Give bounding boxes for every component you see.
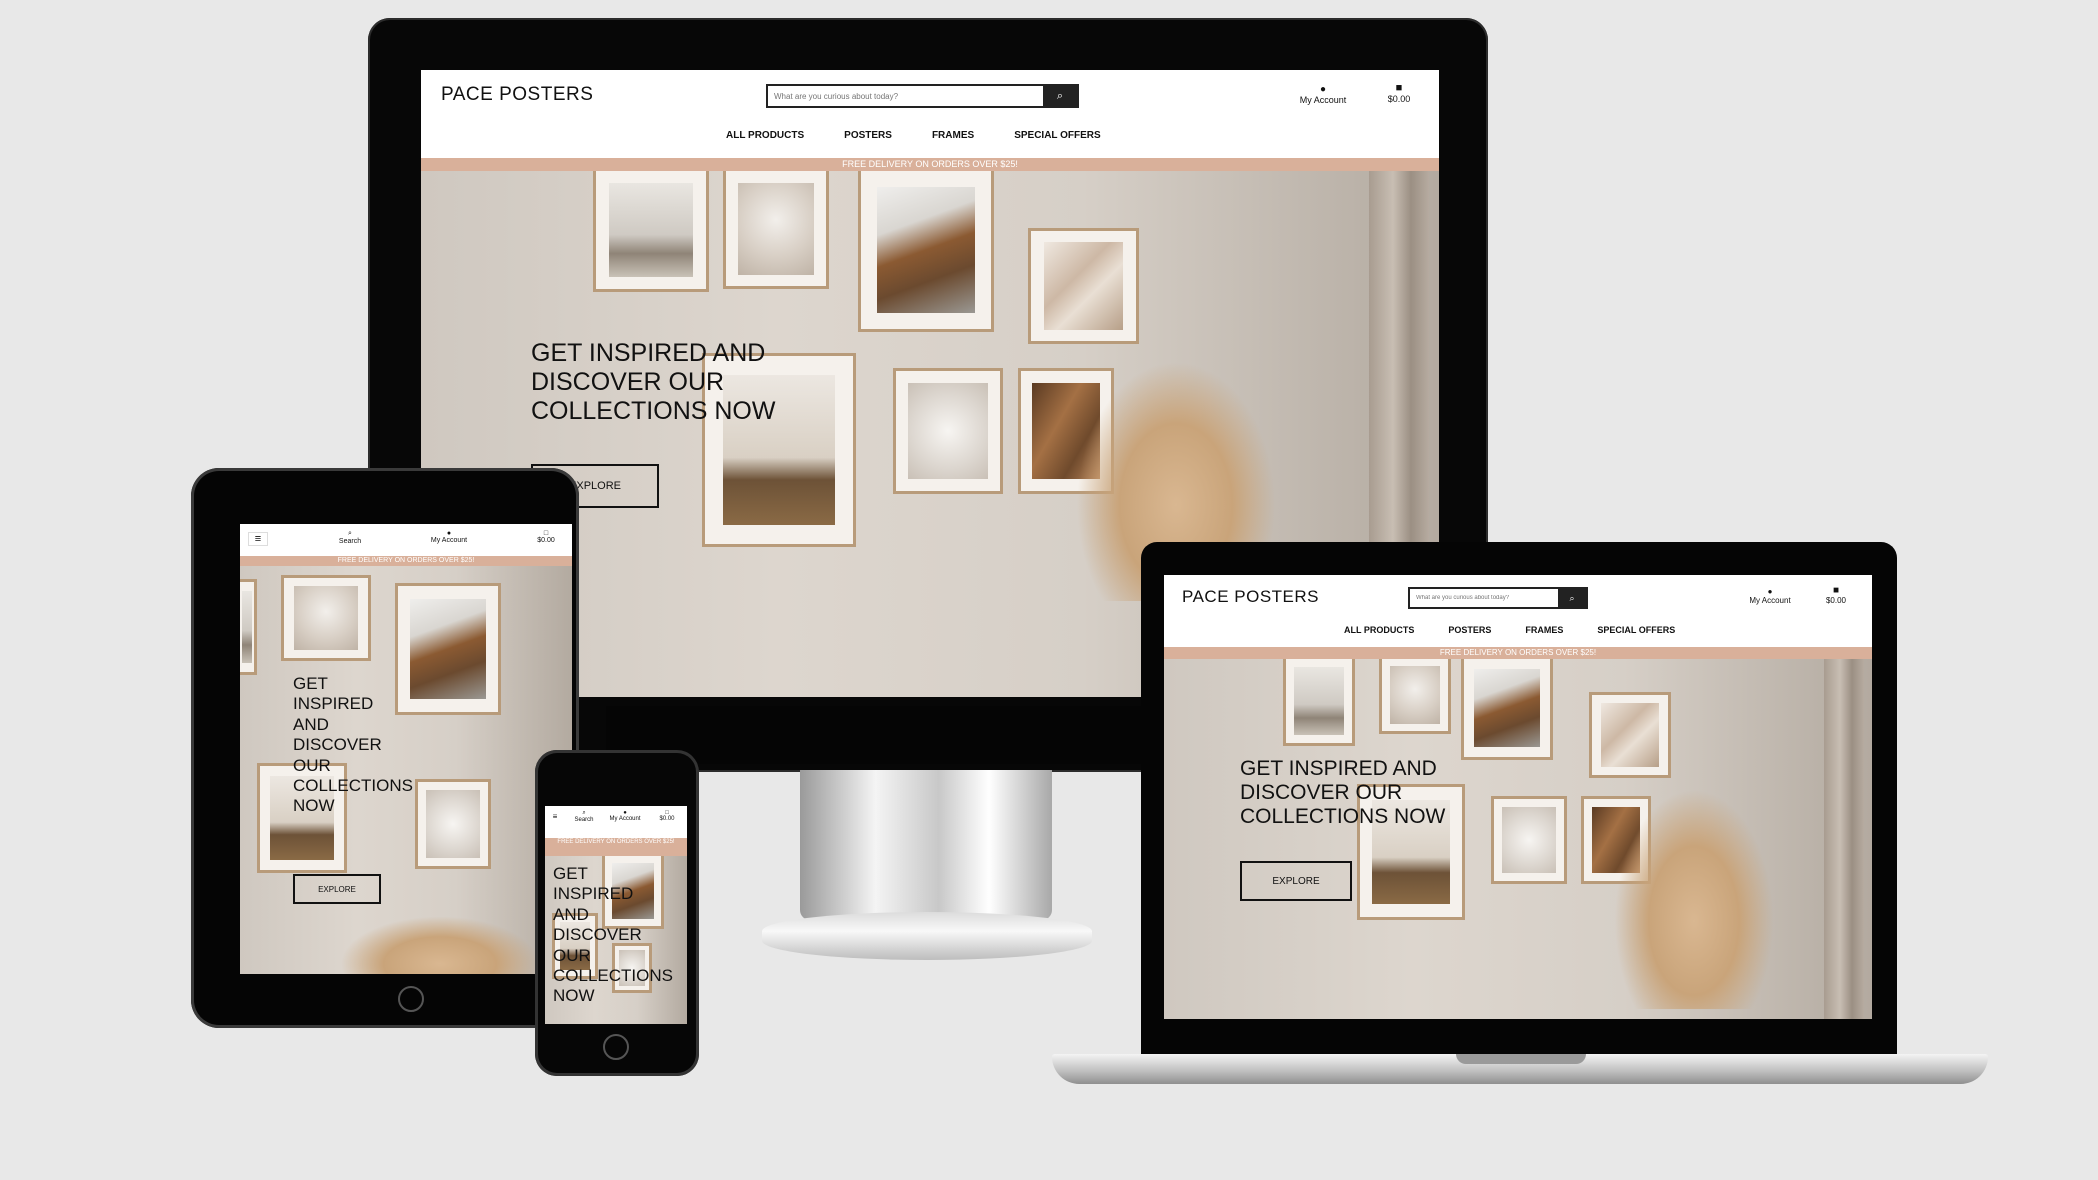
site-header: ≡ ⌕ Search ● My Account □ $0.00 <box>240 524 572 556</box>
cart-link[interactable]: □ $0.00 <box>653 810 681 822</box>
search-bar: ⌕ <box>1408 587 1588 609</box>
nav-posters[interactable]: POSTERS <box>1448 625 1491 635</box>
explore-button[interactable]: EXPLORE <box>293 874 381 904</box>
magnifier-icon: ⌕ <box>582 810 586 816</box>
cliff-frame <box>1464 659 1550 757</box>
cart-total: $0.00 <box>1387 94 1411 104</box>
account-label: My Account <box>609 816 641 822</box>
nav-frames[interactable]: FRAMES <box>1525 625 1563 635</box>
search-input[interactable] <box>768 86 1043 106</box>
account-link[interactable]: ● My Account <box>605 810 645 822</box>
search-toggle[interactable]: ⌕ Search <box>330 530 370 545</box>
hero-section: GET INSPIRED AND DISCOVER OUR COLLECTION… <box>1164 659 1872 1019</box>
search-button[interactable]: ⌕ <box>1558 589 1586 607</box>
nav-special-offers[interactable]: SPECIAL OFFERS <box>1014 130 1101 141</box>
hero-heading: GET INSPIRED AND DISCOVER OUR COLLECTION… <box>1240 757 1446 829</box>
nav-all-products[interactable]: ALL PRODUCTS <box>1344 625 1414 635</box>
hero-heading: GET INSPIRED AND DISCOVER OUR COLLECTION… <box>293 674 413 816</box>
cliff-frame <box>398 586 498 712</box>
account-label: My Account <box>430 537 468 544</box>
person-icon: ● <box>1319 84 1327 95</box>
account-link[interactable]: ● My Account <box>424 530 474 544</box>
delivery-banner: FREE DELIVERY ON ORDERS OVER $25! <box>240 556 572 566</box>
main-nav: ALL PRODUCTS POSTERS FRAMES SPECIAL OFFE… <box>1344 625 1675 635</box>
nav-posters[interactable]: POSTERS <box>844 130 892 141</box>
search-bar: ⌕ <box>766 84 1079 108</box>
delivery-banner: FREE DELIVERY ON ORDERS OVER $25! <box>421 158 1439 171</box>
delivery-banner: FREE DELIVERY ON ORDERS OVER $25! <box>1164 647 1872 659</box>
palm-frame <box>1286 659 1352 743</box>
tablet-site-screen: ≡ ⌕ Search ● My Account □ $0.00 FREE DEL… <box>240 524 572 974</box>
sand-frame <box>1592 695 1668 775</box>
shopping-bag-icon: □ <box>543 530 549 537</box>
person-icon: ● <box>446 530 452 537</box>
nav-frames[interactable]: FRAMES <box>932 130 974 141</box>
account-label: My Account <box>1299 95 1347 105</box>
search-input[interactable] <box>1410 589 1558 607</box>
sand-frame <box>1031 231 1136 341</box>
phone-home-button <box>603 1034 629 1060</box>
magnifier-icon: ⌕ <box>348 530 352 537</box>
cart-link[interactable]: ■ $0.00 <box>1379 82 1419 104</box>
person-icon: ● <box>1767 587 1773 596</box>
laptop-notch <box>1456 1054 1586 1064</box>
leaf-frame <box>418 782 488 866</box>
nav-special-offers[interactable]: SPECIAL OFFERS <box>1597 625 1675 635</box>
magnifier-icon: ⌕ <box>1056 89 1064 102</box>
menu-toggle[interactable]: ≡ <box>549 812 561 821</box>
leaf-frame <box>896 371 1000 491</box>
hamburger-icon: ≡ <box>552 812 558 821</box>
main-nav: ALL PRODUCTS POSTERS FRAMES SPECIAL OFFE… <box>726 130 1101 141</box>
hamburger-icon: ≡ <box>254 533 262 545</box>
cart-total: $0.00 <box>537 537 555 544</box>
site-header: ≡ ⌕ Search ● My Account □ $0.00 <box>545 806 687 838</box>
cart-link[interactable]: ■ $0.00 <box>1818 585 1854 605</box>
laptop-site-screen: PACE POSTERS ⌕ ● My Account ■ $0.00 ALL … <box>1164 575 1872 1019</box>
explore-button[interactable]: EXPLORE <box>1240 861 1352 901</box>
site-header: PACE POSTERS ⌕ ● My Account ■ $0.00 ALL … <box>1164 575 1872 647</box>
search-label: Search <box>338 538 362 545</box>
flower-frame <box>726 171 826 286</box>
phone-site-screen: ≡ ⌕ Search ● My Account □ $0.00 FREE DEL… <box>545 806 687 1024</box>
cart-total: $0.00 <box>1825 596 1847 605</box>
hero-section: GET INSPIRED AND DISCOVER OUR COLLECTION… <box>240 566 572 974</box>
account-link[interactable]: ● My Account <box>1291 84 1355 105</box>
delivery-banner: FREE DELIVERY ON ORDERS OVER $25! <box>545 838 687 856</box>
pampas-grass-image <box>340 916 540 974</box>
desktop-monitor-foot <box>762 912 1092 960</box>
pampas-grass-image <box>1614 789 1774 1009</box>
cliff-frame <box>861 171 991 329</box>
tablet-home-button <box>398 986 424 1012</box>
palm-frame <box>596 171 706 289</box>
palm-frame <box>240 582 254 672</box>
search-button[interactable]: ⌕ <box>1043 86 1077 106</box>
magnifier-icon: ⌕ <box>1569 592 1575 603</box>
curtain-image <box>1824 659 1864 1019</box>
flower-frame <box>284 578 368 658</box>
site-logo[interactable]: PACE POSTERS <box>1182 587 1319 607</box>
shopping-bag-icon: ■ <box>1832 585 1840 596</box>
hero-heading: GET INSPIRED AND DISCOVER OUR COLLECTION… <box>553 864 673 1006</box>
search-toggle[interactable]: ⌕ Search <box>569 810 599 823</box>
site-header: PACE POSTERS ⌕ ● My Account ■ $0.00 ALL … <box>421 70 1439 158</box>
site-logo[interactable]: PACE POSTERS <box>441 84 593 106</box>
shopping-bag-icon: ■ <box>1395 82 1403 94</box>
leaf-frame <box>1494 799 1564 881</box>
nav-all-products[interactable]: ALL PRODUCTS <box>726 130 804 141</box>
account-label: My Account <box>1749 596 1791 605</box>
cart-total: $0.00 <box>659 816 675 822</box>
account-link[interactable]: ● My Account <box>1742 587 1798 605</box>
hero-section: GET INSPIRED AND DISCOVER OUR COLLECTION… <box>545 856 687 1024</box>
cart-link[interactable]: □ $0.00 <box>530 530 562 544</box>
search-label: Search <box>574 817 594 823</box>
desktop-monitor-stand <box>800 770 1052 920</box>
hero-heading: GET INSPIRED AND DISCOVER OUR COLLECTION… <box>531 339 776 425</box>
flower-frame <box>1382 659 1448 731</box>
menu-toggle[interactable]: ≡ <box>248 532 268 546</box>
